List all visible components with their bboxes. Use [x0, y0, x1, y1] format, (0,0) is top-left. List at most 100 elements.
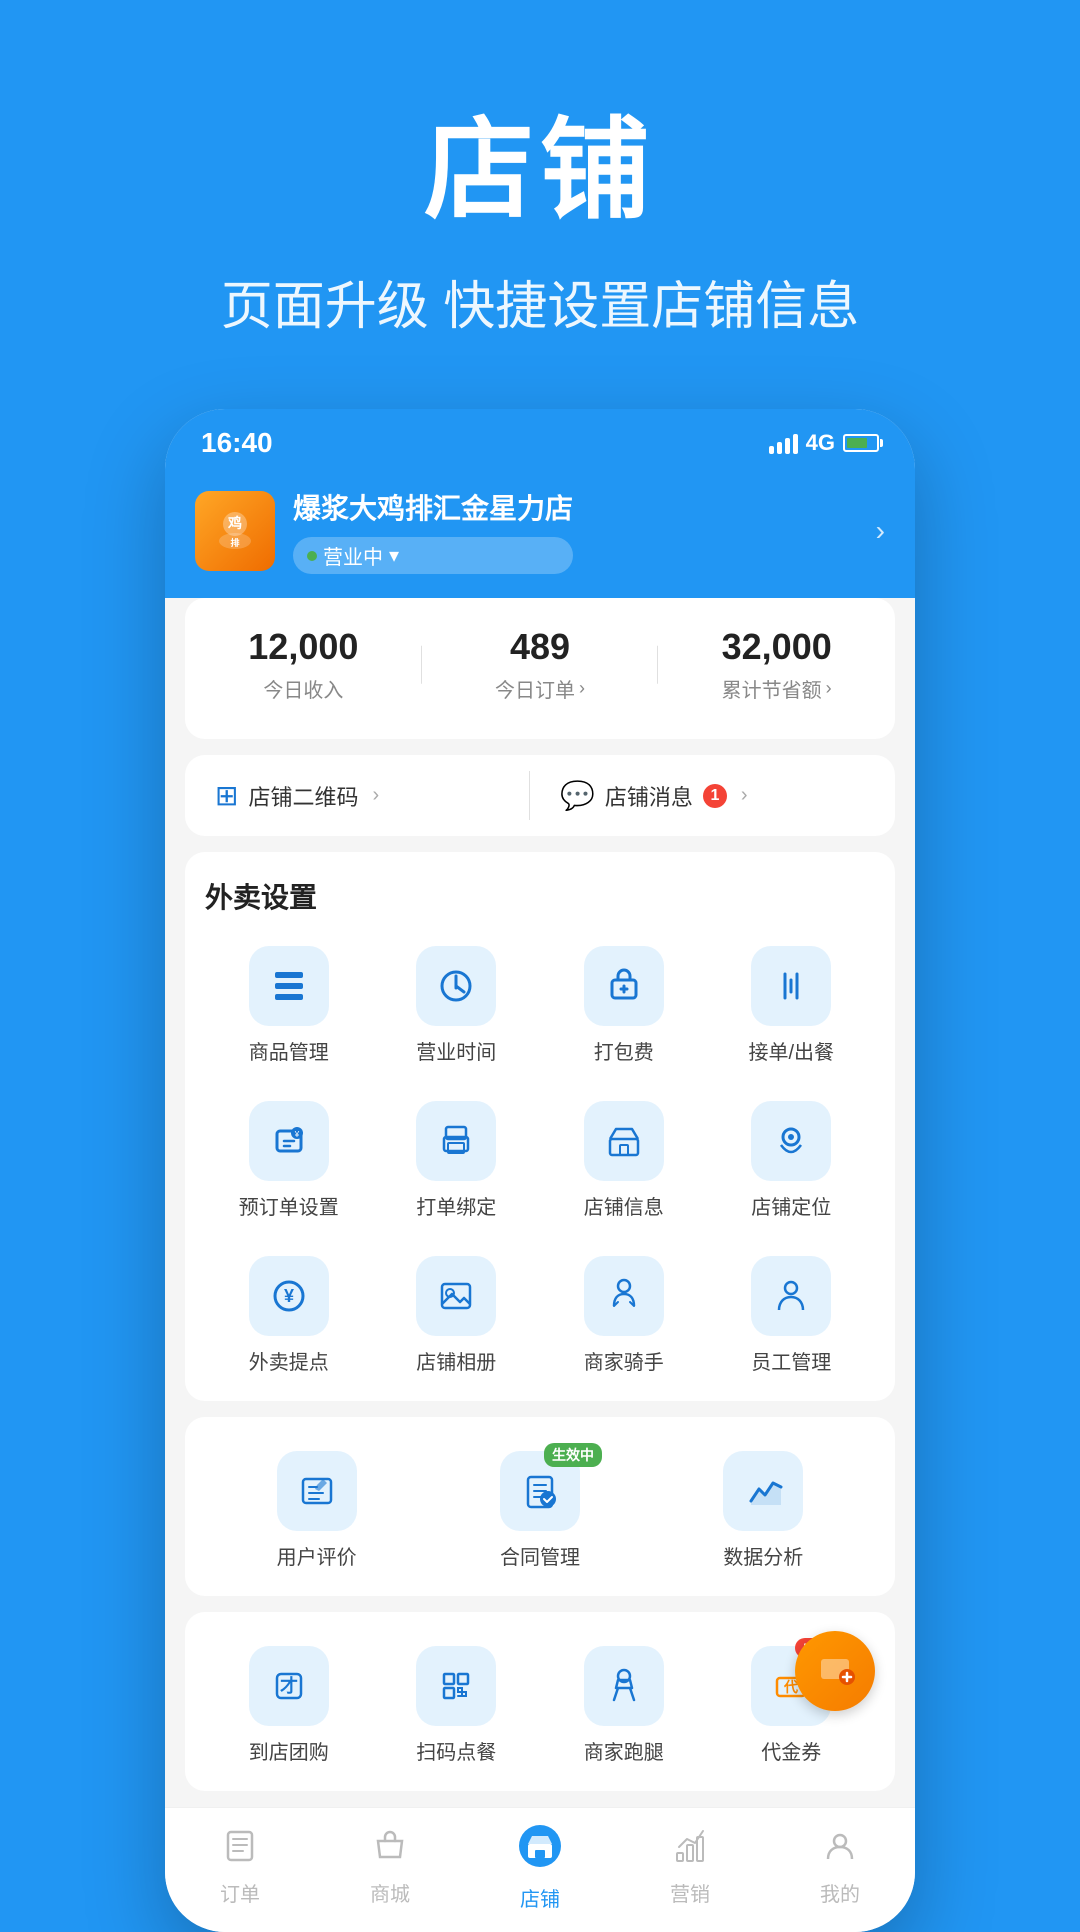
shop-icon [373, 1829, 407, 1872]
business-hours-label: 营业时间 [416, 1036, 496, 1065]
scan-order-label: 扫码点餐 [416, 1736, 496, 1765]
nav-mall[interactable]: 商城 [330, 1829, 450, 1907]
store-icon [518, 1824, 562, 1877]
status-dot [307, 551, 317, 561]
delivery-tip-item[interactable]: ¥ 外卖提点 [205, 1246, 373, 1385]
qr-code-label: 店铺二维码 [248, 780, 358, 812]
store-info-item[interactable]: 店铺信息 [540, 1091, 708, 1230]
preorder-icon: ¥ [249, 1101, 329, 1181]
order-meal-label: 接单/出餐 [748, 1036, 834, 1065]
svg-text:¥: ¥ [284, 1286, 294, 1306]
business-hours-item[interactable]: 营业时间 [373, 936, 541, 1075]
shop-info: 鸡 排 爆浆大鸡排汇金星力店 营业中 ▾ [195, 487, 573, 574]
contract-management-label: 合同管理 [500, 1541, 580, 1570]
nav-store[interactable]: 店铺 [480, 1824, 600, 1912]
store-album-icon [416, 1256, 496, 1336]
group-buy-icon: 才 [249, 1646, 329, 1726]
stat-value-orders: 489 [422, 626, 659, 668]
svg-text:¥: ¥ [294, 1130, 300, 1139]
merchant-errand-icon [584, 1646, 664, 1726]
chevron-down-icon: ▾ [389, 543, 399, 568]
menu-management-item[interactable]: 商品管理 [205, 936, 373, 1075]
stat-label-income: 今日收入 [185, 674, 422, 703]
business-hours-icon [416, 946, 496, 1026]
merchant-errand-item[interactable]: 商家跑腿 [540, 1636, 708, 1775]
print-binding-item[interactable]: 打单绑定 [373, 1091, 541, 1230]
qr-icon: ⊞ [215, 779, 238, 812]
message-label: 店铺消息 [605, 780, 693, 812]
signal-icon [769, 432, 798, 454]
management-icon-grid: 用户评价 生效中 合同管理 [205, 1441, 875, 1580]
delivery-tip-icon: ¥ [249, 1256, 329, 1336]
user-review-label: 用户评价 [277, 1541, 357, 1570]
shop-header: 鸡 排 爆浆大鸡排汇金星力店 营业中 ▾ › [165, 471, 915, 598]
stats-card: 12,000 今日收入 489 今日订单 › 32,000 累计节省额 › [185, 598, 895, 739]
message-badge: 1 [703, 784, 727, 808]
fab-button[interactable] [795, 1631, 875, 1711]
message-icon: 💬 [560, 779, 595, 812]
voucher-label: 代金券 [761, 1736, 821, 1765]
stat-savings[interactable]: 32,000 累计节省额 › [658, 626, 895, 703]
bottom-nav: 订单 商城 [165, 1807, 915, 1932]
packaging-fee-icon [584, 946, 664, 1026]
scan-order-item[interactable]: 扫码点餐 [373, 1636, 541, 1775]
shop-details: 爆浆大鸡排汇金星力店 营业中 ▾ [293, 487, 573, 574]
store-info-icon [584, 1101, 664, 1181]
packaging-fee-label: 打包费 [594, 1036, 654, 1065]
shop-status-badge[interactable]: 营业中 ▾ [293, 537, 573, 574]
merchant-rider-icon [584, 1256, 664, 1336]
page-subtitle: 页面升级 快捷设置店铺信息 [0, 264, 1080, 339]
battery-icon [843, 434, 879, 452]
menu-management-icon [249, 946, 329, 1026]
nav-profile[interactable]: 我的 [780, 1829, 900, 1907]
packaging-fee-item[interactable]: 打包费 [540, 936, 708, 1075]
staff-management-icon [751, 1256, 831, 1336]
nav-profile-label: 我的 [820, 1878, 860, 1907]
store-album-item[interactable]: 店铺相册 [373, 1246, 541, 1385]
store-location-icon [751, 1101, 831, 1181]
header-section: 店铺 页面升级 快捷设置店铺信息 [0, 0, 1080, 379]
merchant-rider-label: 商家骑手 [584, 1346, 664, 1375]
nav-orders[interactable]: 订单 [180, 1829, 300, 1907]
stat-value-savings: 32,000 [658, 626, 895, 668]
nav-marketing[interactable]: 营销 [630, 1829, 750, 1907]
order-meal-icon [751, 946, 831, 1026]
data-analysis-icon [723, 1451, 803, 1531]
nav-mall-label: 商城 [370, 1878, 410, 1907]
profile-icon [823, 1829, 857, 1872]
store-location-label: 店铺定位 [751, 1191, 831, 1220]
nav-marketing-label: 营销 [670, 1878, 710, 1907]
data-analysis-item[interactable]: 数据分析 [652, 1441, 875, 1580]
marketing-icon [673, 1829, 707, 1872]
tools-section: 才 到店团购 扫码点餐 [185, 1612, 895, 1791]
store-album-label: 店铺相册 [416, 1346, 496, 1375]
svg-text:排: 排 [230, 537, 239, 548]
contract-management-item[interactable]: 生效中 合同管理 [428, 1441, 651, 1580]
store-location-item[interactable]: 店铺定位 [708, 1091, 876, 1230]
group-buy-item[interactable]: 才 到店团购 [205, 1636, 373, 1775]
delivery-section: 外卖设置 商品管理 [185, 852, 895, 1401]
order-meal-item[interactable]: 接单/出餐 [708, 936, 876, 1075]
status-time: 16:40 [201, 427, 273, 459]
message-link[interactable]: 💬 店铺消息 1 › [530, 755, 875, 836]
msg-arrow-icon: › [741, 784, 748, 807]
phone-body: 16:40 4G 鸡 [165, 409, 915, 1932]
user-review-icon [277, 1451, 357, 1531]
nav-store-label: 店铺 [520, 1883, 560, 1912]
qr-code-link[interactable]: ⊞ 店铺二维码 › [205, 755, 530, 836]
stat-label-savings: 累计节省额 › [658, 674, 895, 703]
qr-arrow-icon: › [372, 784, 379, 807]
stat-daily-orders[interactable]: 489 今日订单 › [422, 626, 659, 703]
stat-daily-income[interactable]: 12,000 今日收入 [185, 626, 422, 703]
print-binding-label: 打单绑定 [416, 1191, 496, 1220]
staff-management-item[interactable]: 员工管理 [708, 1246, 876, 1385]
merchant-rider-item[interactable]: 商家骑手 [540, 1246, 708, 1385]
status-icons: 4G [769, 430, 879, 456]
contract-badge: 生效中 [544, 1443, 602, 1467]
preorder-setting-item[interactable]: ¥ 预订单设置 [205, 1091, 373, 1230]
order-icon [223, 1829, 257, 1872]
stat-value-income: 12,000 [185, 626, 422, 668]
print-binding-icon [416, 1101, 496, 1181]
shop-arrow-icon[interactable]: › [876, 515, 885, 547]
user-review-item[interactable]: 用户评价 [205, 1441, 428, 1580]
